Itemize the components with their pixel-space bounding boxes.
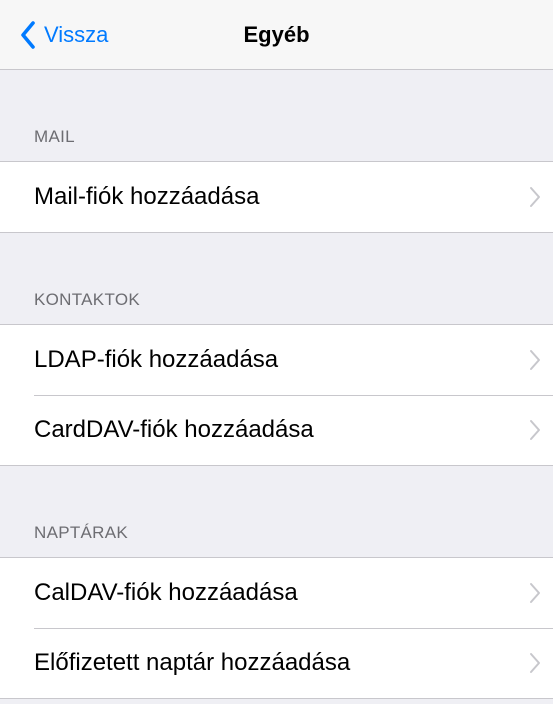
chevron-left-icon bbox=[21, 21, 35, 49]
add-ldap-account-row[interactable]: LDAP-fiók hozzáadása bbox=[0, 325, 553, 395]
row-label: Előfizetett naptár hozzáadása bbox=[34, 649, 351, 676]
chevron-right-icon bbox=[530, 350, 540, 370]
row-label: CardDAV-fiók hozzáadása bbox=[34, 416, 314, 443]
add-mail-account-row[interactable]: Mail-fiók hozzáadása bbox=[0, 162, 553, 232]
add-caldav-account-row[interactable]: CalDAV-fiók hozzáadása bbox=[0, 558, 553, 628]
add-subscribed-calendar-row[interactable]: Előfizetett naptár hozzáadása bbox=[0, 628, 553, 698]
section-header-calendars: NAPTÁRAK bbox=[0, 466, 553, 558]
back-button[interactable]: Vissza bbox=[20, 0, 108, 70]
section-header-contacts: KONTAKTOK bbox=[0, 233, 553, 325]
chevron-right-icon bbox=[530, 583, 540, 603]
row-label: CalDAV-fiók hozzáadása bbox=[34, 579, 298, 606]
section-header-mail: MAIL bbox=[0, 70, 553, 162]
chevron-right-icon bbox=[530, 653, 540, 673]
section-calendars: CalDAV-fiók hozzáadása Előfizetett naptá… bbox=[0, 558, 553, 699]
section-contacts: LDAP-fiók hozzáadása CardDAV-fiók hozzáa… bbox=[0, 325, 553, 466]
add-carddav-account-row[interactable]: CardDAV-fiók hozzáadása bbox=[0, 395, 553, 465]
chevron-right-icon bbox=[530, 420, 540, 440]
section-mail: Mail-fiók hozzáadása bbox=[0, 162, 553, 233]
row-label: Mail-fiók hozzáadása bbox=[34, 183, 260, 210]
back-button-label[interactable]: Vissza bbox=[44, 22, 108, 48]
chevron-right-icon bbox=[530, 187, 540, 207]
navigation-bar: Vissza Egyéb bbox=[0, 0, 553, 70]
row-label: LDAP-fiók hozzáadása bbox=[34, 346, 279, 373]
